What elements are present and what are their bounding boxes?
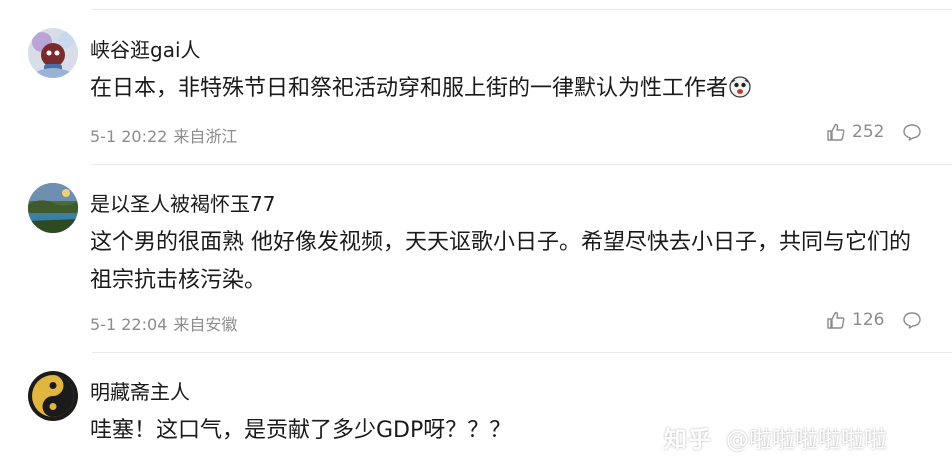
comment-location: 来自安徽: [173, 315, 238, 334]
cartoon-avatar-icon: [28, 28, 78, 78]
username[interactable]: 峡谷逛gai人: [90, 34, 201, 63]
top-divider: [92, 9, 952, 10]
like-count: 126: [852, 310, 885, 330]
like-button[interactable]: 126: [826, 310, 884, 330]
comment-content: 在日本，非特殊节日和祭祀活动穿和服上街的一律默认为性工作者: [90, 70, 930, 108]
comment-location: 来自浙江: [173, 127, 238, 146]
avatar[interactable]: [28, 28, 78, 78]
comment-content: 这个男的很面熟 他好像发视频，天天讴歌小日子。希望尽快去小日子，共同与它们的祖宗…: [90, 230, 911, 293]
comment-divider: [92, 352, 952, 353]
emoji-icon: [729, 76, 751, 98]
avatar[interactable]: [28, 371, 78, 421]
watermark-handle: @啦啦啦啦啦啦: [726, 427, 887, 453]
yin-yang-avatar-icon: [28, 371, 78, 421]
comment-divider: [92, 164, 952, 165]
watermark: 知乎 @啦啦啦啦啦啦: [664, 420, 887, 454]
username[interactable]: 是以圣人被褐怀玉77: [90, 188, 275, 217]
comment-date: 5-1 20:22: [90, 127, 168, 146]
zhihu-logo: 知乎: [664, 427, 712, 453]
avatar[interactable]: [28, 183, 78, 233]
comment-date: 5-1 22:04: [90, 315, 168, 334]
reply-icon[interactable]: [902, 122, 922, 142]
like-button[interactable]: 252: [826, 122, 884, 142]
comment-text: 在日本，非特殊节日和祭祀活动穿和服上街的一律默认为性工作者: [90, 76, 729, 101]
username[interactable]: 明藏斋主人: [90, 376, 190, 405]
like-count: 252: [852, 122, 885, 142]
thumbs-up-icon: [827, 123, 845, 141]
landscape-avatar-icon: [28, 183, 78, 233]
thumbs-up-icon: [827, 311, 845, 329]
comment-meta: 5-1 20:22 来自浙江: [90, 123, 237, 147]
comment-meta: 5-1 22:04 来自安徽: [90, 311, 237, 335]
reply-icon[interactable]: [902, 310, 922, 330]
